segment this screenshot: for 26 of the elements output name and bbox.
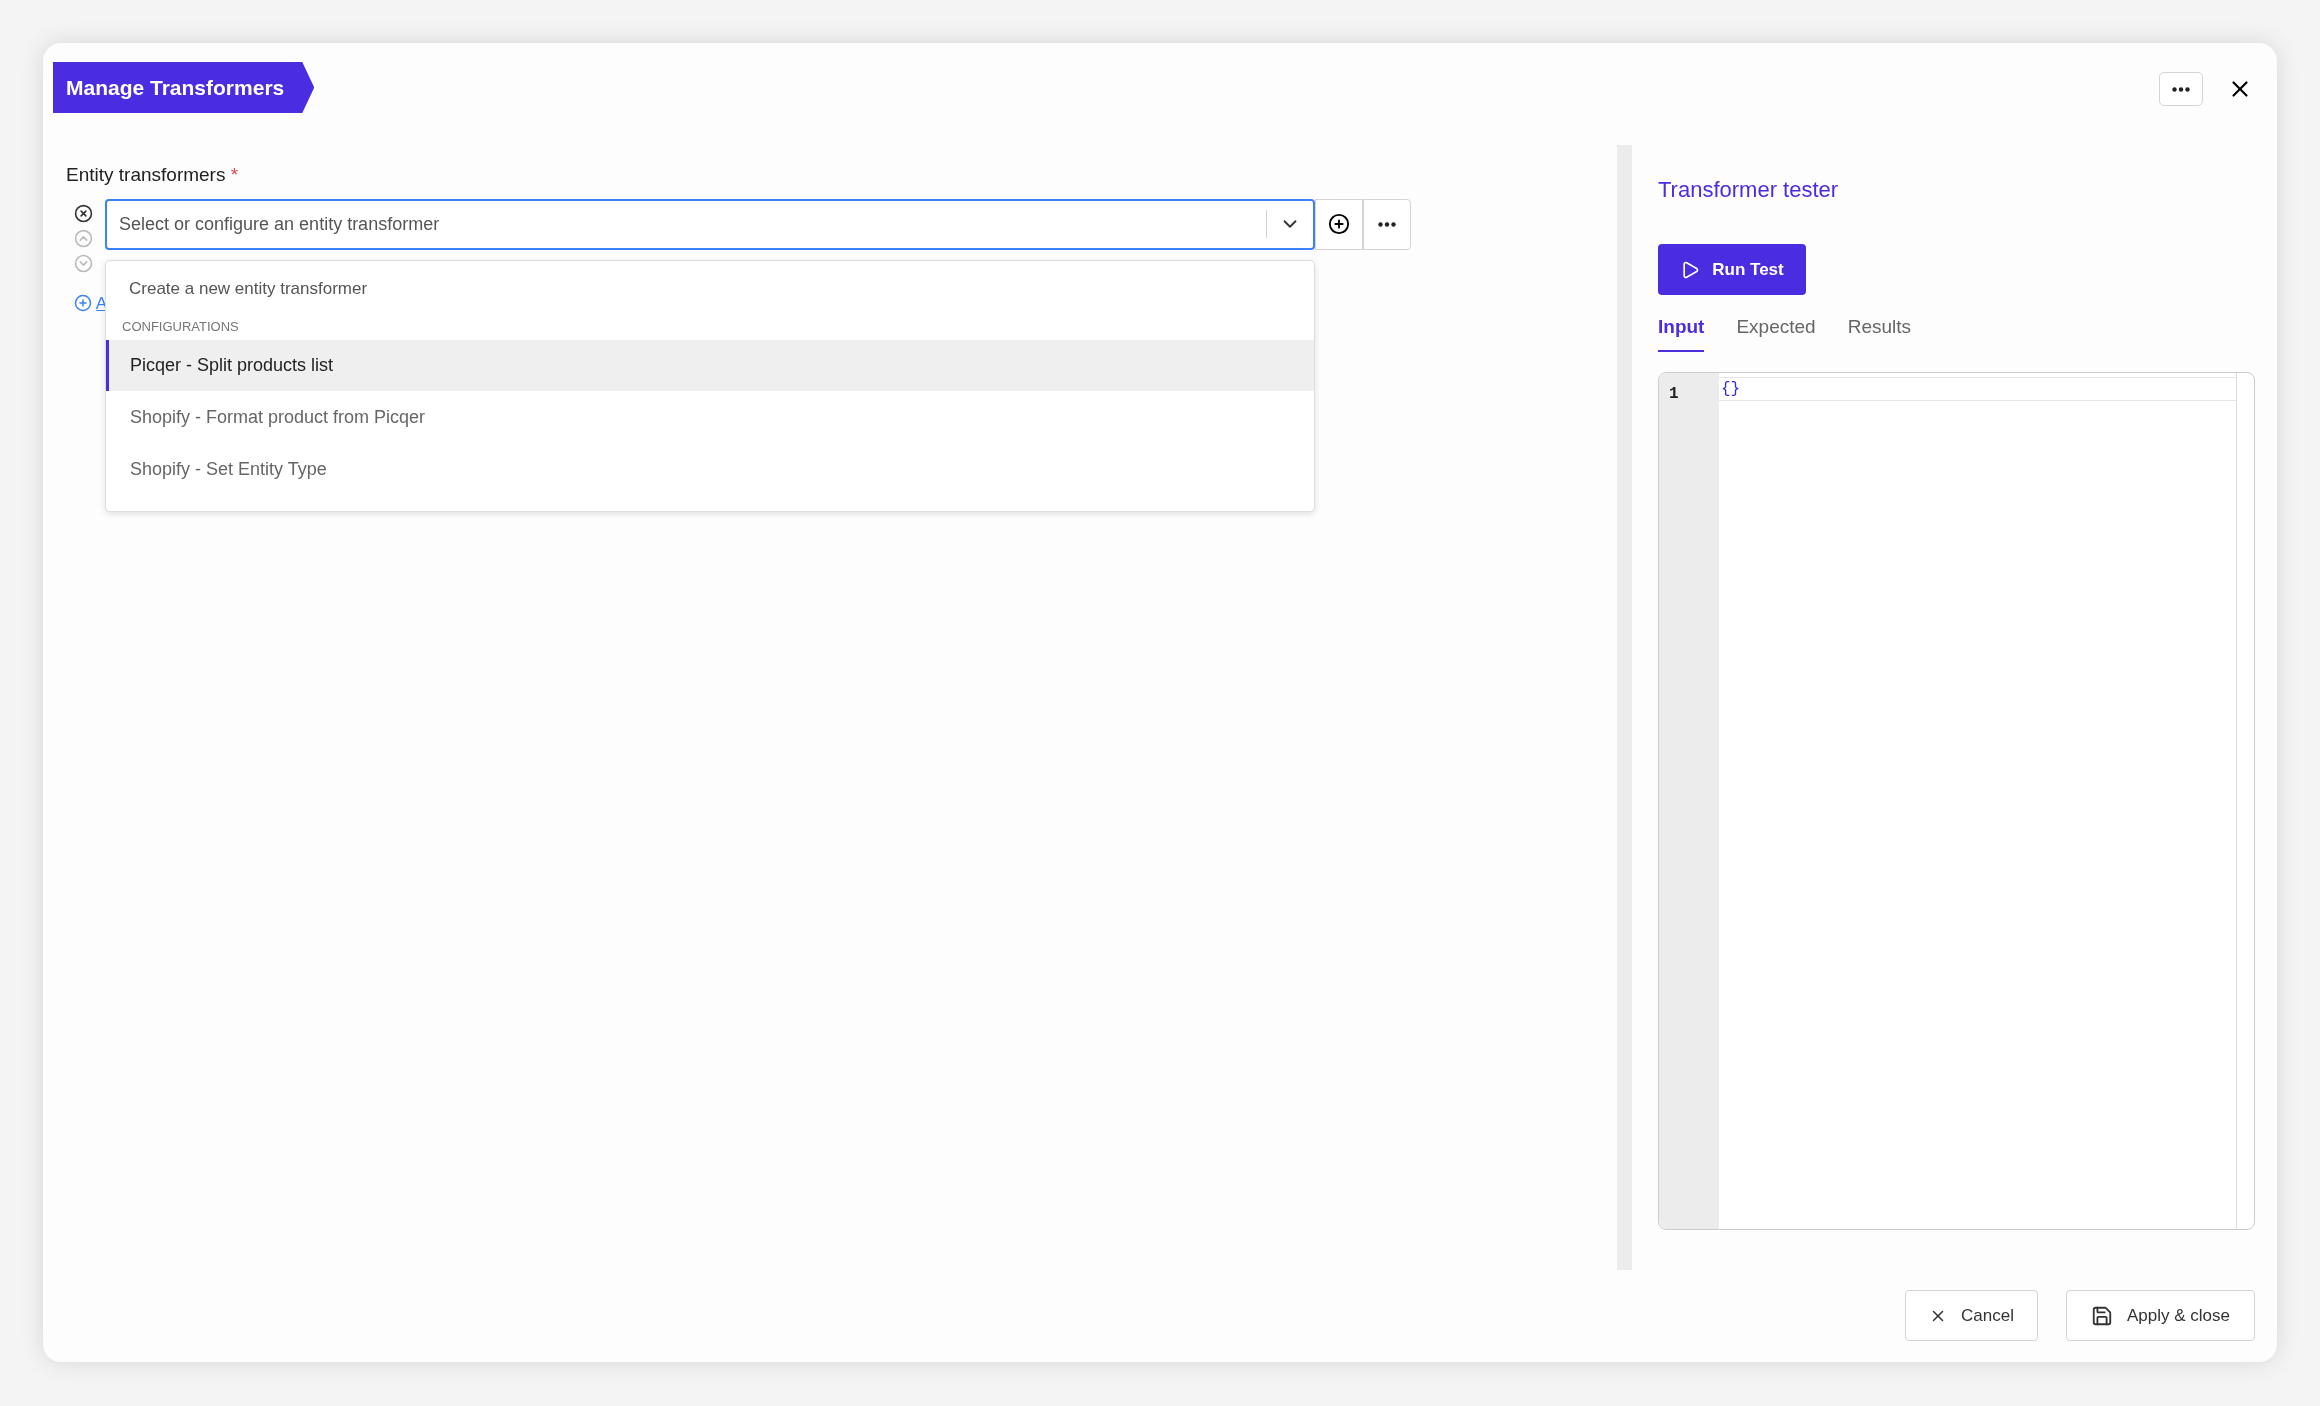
tester-title: Transformer tester [1658, 176, 1840, 204]
add-icon[interactable] [73, 294, 92, 313]
more-icon [1378, 221, 1396, 227]
group-label: CONFIGURATIONS [121, 317, 240, 336]
apply-close-button[interactable]: Apply & close [2066, 1290, 2255, 1341]
run-test-button[interactable]: Run Test [1658, 244, 1806, 295]
tester-tab[interactable]: Results [1847, 313, 1912, 352]
tester-tab[interactable]: Input [1658, 313, 1705, 352]
dropdown-option[interactable]: Shopify - Set Entity Type [106, 443, 1314, 495]
remove-icon[interactable] [74, 203, 93, 223]
tester-tab[interactable]: Expected [1736, 313, 1816, 352]
dropdown-option[interactable]: Shopify - Format product from Picqer [106, 391, 1314, 443]
more-button[interactable] [2159, 72, 2203, 106]
add-button[interactable] [1315, 198, 1363, 250]
dialog-title: Manage Transformers [53, 62, 315, 113]
create-option[interactable]: Create a new entity transformer [106, 270, 1314, 307]
field-label: Entity transformers * [66, 163, 240, 187]
plus-icon [1328, 213, 1350, 235]
play-icon [1680, 259, 1701, 280]
code-text: {} [1721, 378, 1741, 400]
dropdown-option[interactable]: Picqer - Split products list [106, 340, 1314, 391]
more-icon [2172, 86, 2190, 92]
cancel-button[interactable]: Cancel [1905, 1290, 2038, 1341]
line-number: 1 [1669, 384, 1679, 403]
code-editor[interactable]: 1 {} [1658, 371, 2255, 1230]
save-icon [2091, 1304, 2113, 1327]
